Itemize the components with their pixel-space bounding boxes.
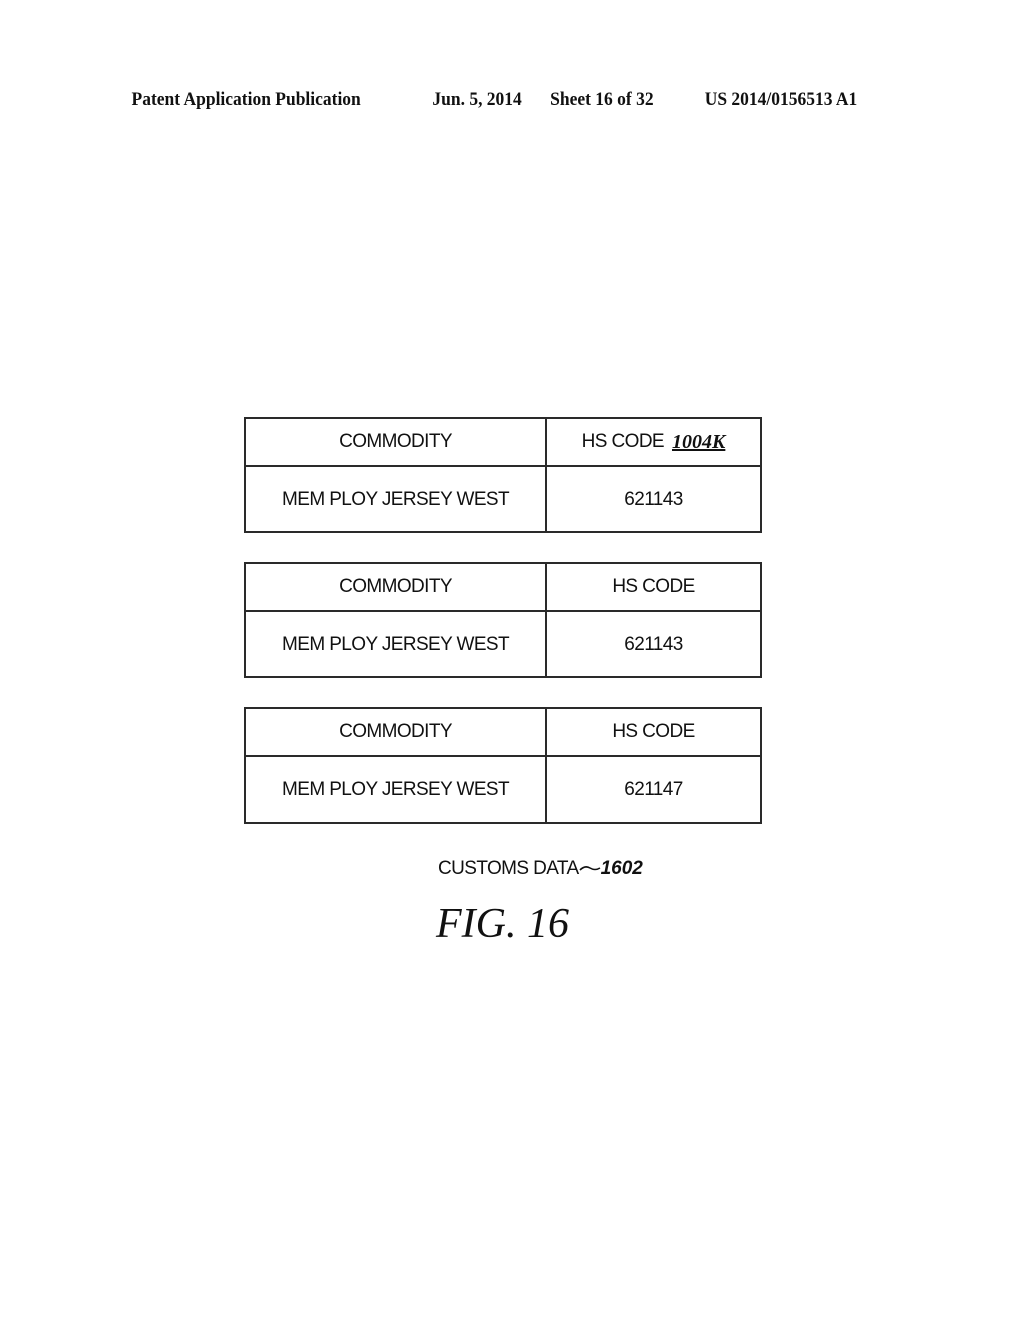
commodity-value: MEM PLOY JERSEY WEST xyxy=(246,757,547,822)
header-hs-code: HS CODE xyxy=(612,576,695,597)
page-header: Patent Application Publication Jun. 5, 2… xyxy=(0,89,942,113)
table-header-row: COMMODITY HS CODE xyxy=(246,709,760,757)
publication-date: Jun. 5, 2014 xyxy=(432,89,522,110)
customs-table-1: COMMODITY HS CODE 1004K MEM PLOY JERSEY … xyxy=(244,417,762,533)
table-header-row: COMMODITY HS CODE xyxy=(246,564,760,612)
header-hs-code-cell: HS CODE 1004K xyxy=(547,419,760,465)
figure-label: FIG. 16 xyxy=(436,901,569,947)
hs-code-value: 621143 xyxy=(624,633,683,655)
patent-number: US 2014/0156513 A1 xyxy=(704,89,858,110)
caption-reference-numeral: 1602 xyxy=(600,858,643,879)
sheet-number: Sheet 16 of 32 xyxy=(550,89,654,110)
reference-numeral: 1004K xyxy=(672,430,726,453)
customs-table-3: COMMODITY HS CODE MEM PLOY JERSEY WEST 6… xyxy=(244,707,762,824)
header-hs-code: HS CODE xyxy=(612,721,695,742)
header-commodity: COMMODITY xyxy=(246,709,547,755)
hs-code-value: 621147 xyxy=(624,778,683,800)
header-commodity: COMMODITY xyxy=(246,564,547,610)
leader-line-icon xyxy=(579,866,601,871)
header-commodity: COMMODITY xyxy=(246,419,547,465)
commodity-value: MEM PLOY JERSEY WEST xyxy=(246,467,547,532)
table-row: MEM PLOY JERSEY WEST 621143 xyxy=(246,612,760,677)
customs-table-2: COMMODITY HS CODE MEM PLOY JERSEY WEST 6… xyxy=(244,562,762,678)
table-row: MEM PLOY JERSEY WEST 621143 xyxy=(246,467,760,532)
commodity-value: MEM PLOY JERSEY WEST xyxy=(246,612,547,677)
hs-code-value: 621143 xyxy=(624,488,683,510)
customs-data-caption: CUSTOMS DATA 1602 xyxy=(438,858,643,880)
header-hs-code: HS CODE xyxy=(581,431,665,452)
table-row: MEM PLOY JERSEY WEST 621147 xyxy=(246,757,760,822)
publication-title: Patent Application Publication xyxy=(131,89,361,110)
table-header-row: COMMODITY HS CODE 1004K xyxy=(246,419,760,467)
caption-label: CUSTOMS DATA xyxy=(438,858,579,879)
